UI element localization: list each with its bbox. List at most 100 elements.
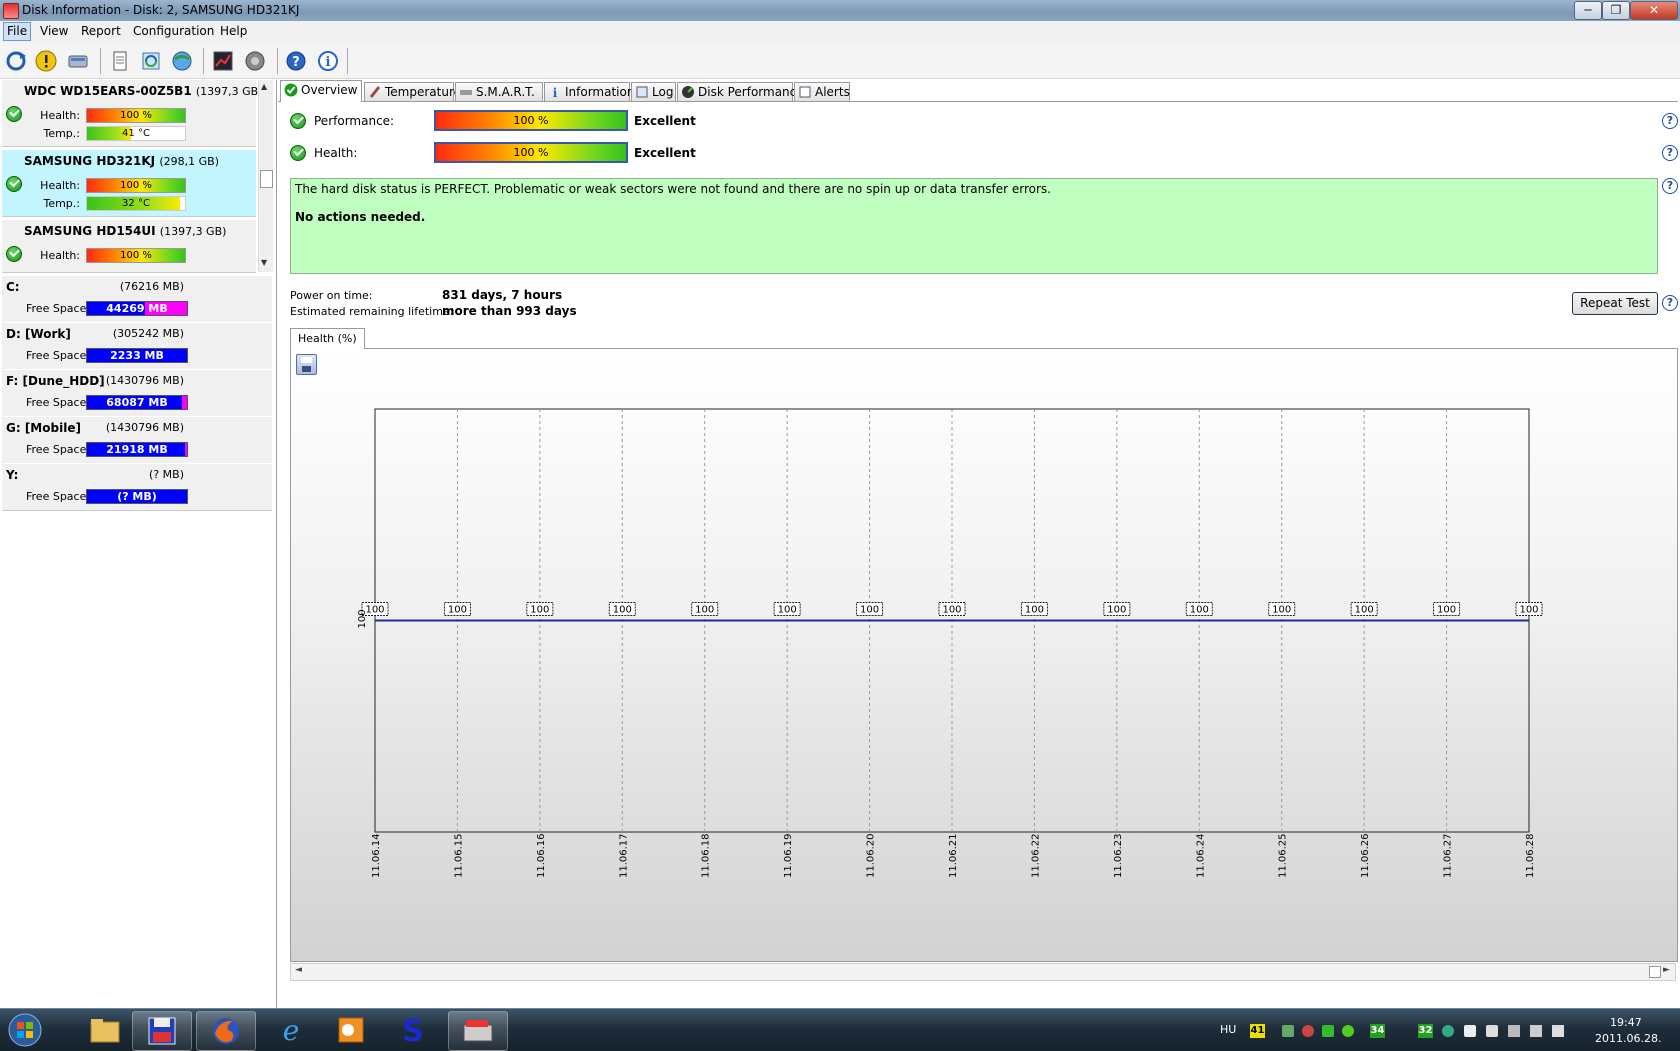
alert-icon[interactable] bbox=[33, 48, 59, 74]
scroll-thumb[interactable] bbox=[260, 170, 273, 188]
help-icon[interactable]: ? bbox=[1662, 145, 1678, 161]
scroll-right-icon[interactable]: ► bbox=[1663, 965, 1670, 975]
tab-alerts[interactable]: Alerts bbox=[794, 82, 850, 101]
menu-configuration[interactable]: Configuration bbox=[133, 24, 214, 38]
scroll-up-icon[interactable]: ▲ bbox=[261, 82, 267, 91]
disk-item[interactable]: SAMSUNG HD154UI (1397,3 GB) Health: 100 … bbox=[2, 220, 256, 273]
temp-badge[interactable]: 32 bbox=[1418, 1024, 1433, 1038]
tray-app-icon[interactable] bbox=[1342, 1025, 1354, 1037]
repeat-test-button[interactable]: Repeat Test bbox=[1572, 292, 1658, 315]
help-icon[interactable]: ? bbox=[1662, 113, 1678, 129]
data-label: 100 bbox=[613, 605, 632, 616]
tray-app-icon[interactable] bbox=[1322, 1025, 1334, 1037]
clock-date[interactable]: 2011.06.28. bbox=[1595, 1032, 1661, 1045]
hdsentinel-icon[interactable] bbox=[448, 1011, 508, 1051]
volume-item[interactable]: G: [Mobile] (1430796 MB) Free Space 2191… bbox=[2, 416, 272, 464]
maximize-button[interactable]: ❐ bbox=[1602, 1, 1630, 20]
tray-app-icon[interactable] bbox=[1442, 1025, 1454, 1037]
x-tick-label: 11.06.28 bbox=[1525, 833, 1536, 878]
scroll-down-icon[interactable]: ▼ bbox=[261, 258, 267, 267]
x-tick-label: 11.06.23 bbox=[1113, 833, 1124, 878]
volume-icon[interactable] bbox=[1552, 1025, 1564, 1037]
network-icon[interactable] bbox=[169, 48, 195, 74]
chart-horizontal-scrollbar[interactable]: ◄ ► bbox=[290, 963, 1676, 981]
help-icon[interactable]: ? bbox=[1662, 295, 1678, 311]
help-icon[interactable]: ? bbox=[1662, 178, 1678, 194]
menu-report[interactable]: Report bbox=[81, 24, 121, 38]
disk-item[interactable]: SAMSUNG HD321KJ (298,1 GB) Health: 100 %… bbox=[2, 150, 256, 217]
tray-app-icon[interactable] bbox=[1464, 1025, 1476, 1037]
tab-log[interactable]: Log bbox=[631, 82, 676, 101]
health-bar: 100 % bbox=[86, 178, 186, 193]
disk-list-scrollbar[interactable]: ▲ ▼ bbox=[258, 80, 273, 272]
temp-badge[interactable]: 41 bbox=[1250, 1024, 1265, 1038]
minimize-button[interactable]: ─ bbox=[1574, 1, 1602, 20]
temp-badge[interactable]: 34 bbox=[1370, 1024, 1385, 1038]
speed-icon bbox=[681, 85, 695, 99]
data-label: 100 bbox=[365, 605, 384, 616]
menu-file[interactable]: File bbox=[3, 22, 32, 41]
x-tick-label: 11.06.22 bbox=[1030, 833, 1041, 878]
tray-icons[interactable] bbox=[1280, 1023, 1360, 1039]
s-app-icon[interactable]: S bbox=[384, 1011, 442, 1049]
explorer-icon[interactable] bbox=[76, 1011, 134, 1049]
performance-label: Performance: bbox=[314, 114, 395, 128]
svg-text:i: i bbox=[553, 86, 558, 99]
menu-view[interactable]: View bbox=[40, 24, 68, 38]
performance-bar: 100 % bbox=[434, 110, 628, 131]
menu-help[interactable]: Help bbox=[220, 24, 247, 38]
disk-app-icon[interactable] bbox=[132, 1011, 192, 1051]
chart-icon[interactable] bbox=[210, 48, 236, 74]
firefox-icon[interactable] bbox=[196, 1011, 256, 1051]
disk-icon[interactable] bbox=[65, 48, 91, 74]
x-tick-label: 11.06.19 bbox=[783, 833, 794, 878]
status-action: No actions needed. bbox=[295, 210, 426, 224]
clock-time[interactable]: 19:47 bbox=[1610, 1016, 1642, 1029]
status-message-box: The hard disk status is PERFECT. Problem… bbox=[290, 178, 1658, 274]
volume-item[interactable]: C: (76216 MB) Free Space 44269 MB bbox=[2, 275, 272, 323]
data-label: 100 bbox=[778, 605, 797, 616]
x-tick-label: 11.06.15 bbox=[453, 833, 464, 878]
tray-app-icon[interactable] bbox=[1282, 1025, 1294, 1037]
volume-item[interactable]: Y: (? MB) Free Space (? MB) bbox=[2, 463, 272, 511]
report-icon[interactable] bbox=[107, 48, 133, 74]
tray-app-icon[interactable] bbox=[1302, 1025, 1314, 1037]
app-icon bbox=[3, 3, 19, 19]
scroll-thumb[interactable] bbox=[1649, 966, 1661, 978]
health-label: Health: bbox=[314, 146, 358, 160]
ie-icon[interactable]: e bbox=[262, 1011, 320, 1049]
sound-icon[interactable] bbox=[242, 48, 268, 74]
free-space-bar: 2233 MB bbox=[86, 348, 188, 363]
y-tick-label: 100 bbox=[357, 609, 368, 628]
x-tick-label: 11.06.27 bbox=[1443, 833, 1454, 878]
refresh-icon[interactable] bbox=[3, 48, 29, 74]
action-center-flag-icon[interactable] bbox=[1530, 1025, 1542, 1037]
network-signal-icon[interactable] bbox=[1508, 1025, 1520, 1037]
title-bar: Disk Information - Disk: 2, SAMSUNG HD32… bbox=[0, 0, 1680, 21]
tray-app-icon[interactable] bbox=[1486, 1025, 1498, 1037]
tab-disk-performance[interactable]: Disk Performance bbox=[677, 82, 804, 101]
language-indicator[interactable]: HU bbox=[1220, 1023, 1236, 1036]
tab-overview[interactable]: Overview bbox=[280, 80, 362, 102]
sync-icon[interactable] bbox=[138, 48, 164, 74]
disk-item[interactable]: WDC WD15EARS-00Z5B1 (1397,3 GB) Health: … bbox=[2, 80, 263, 147]
free-space-label: Free Space bbox=[26, 443, 87, 456]
scroll-left-icon[interactable]: ◄ bbox=[295, 965, 302, 975]
tab-information[interactable]: i Information bbox=[544, 82, 634, 101]
data-label: 100 bbox=[1190, 605, 1209, 616]
tab-temperature[interactable]: Temperature bbox=[364, 82, 461, 101]
volume-item[interactable]: D: [Work] (305242 MB) Free Space 2233 MB bbox=[2, 322, 272, 370]
volume-size: (? MB) bbox=[149, 468, 184, 481]
outlook-icon[interactable] bbox=[322, 1011, 380, 1049]
tab-health-chart[interactable]: Health (%) bbox=[290, 328, 365, 349]
tab-smart[interactable]: S.M.A.R.T. bbox=[455, 82, 543, 101]
help-icon[interactable]: ? bbox=[283, 48, 309, 74]
x-tick-label: 11.06.20 bbox=[866, 833, 877, 878]
start-orb-icon[interactable] bbox=[0, 1011, 50, 1049]
tray-system-icons[interactable] bbox=[1442, 1023, 1572, 1039]
window-title: Disk Information - Disk: 2, SAMSUNG HD32… bbox=[22, 3, 300, 17]
volume-item[interactable]: F: [Dune_HDD] (1430796 MB) Free Space 68… bbox=[2, 369, 272, 417]
save-chart-icon[interactable] bbox=[296, 354, 317, 375]
close-button[interactable]: ✕ bbox=[1630, 1, 1678, 20]
about-icon[interactable]: i bbox=[315, 48, 341, 74]
